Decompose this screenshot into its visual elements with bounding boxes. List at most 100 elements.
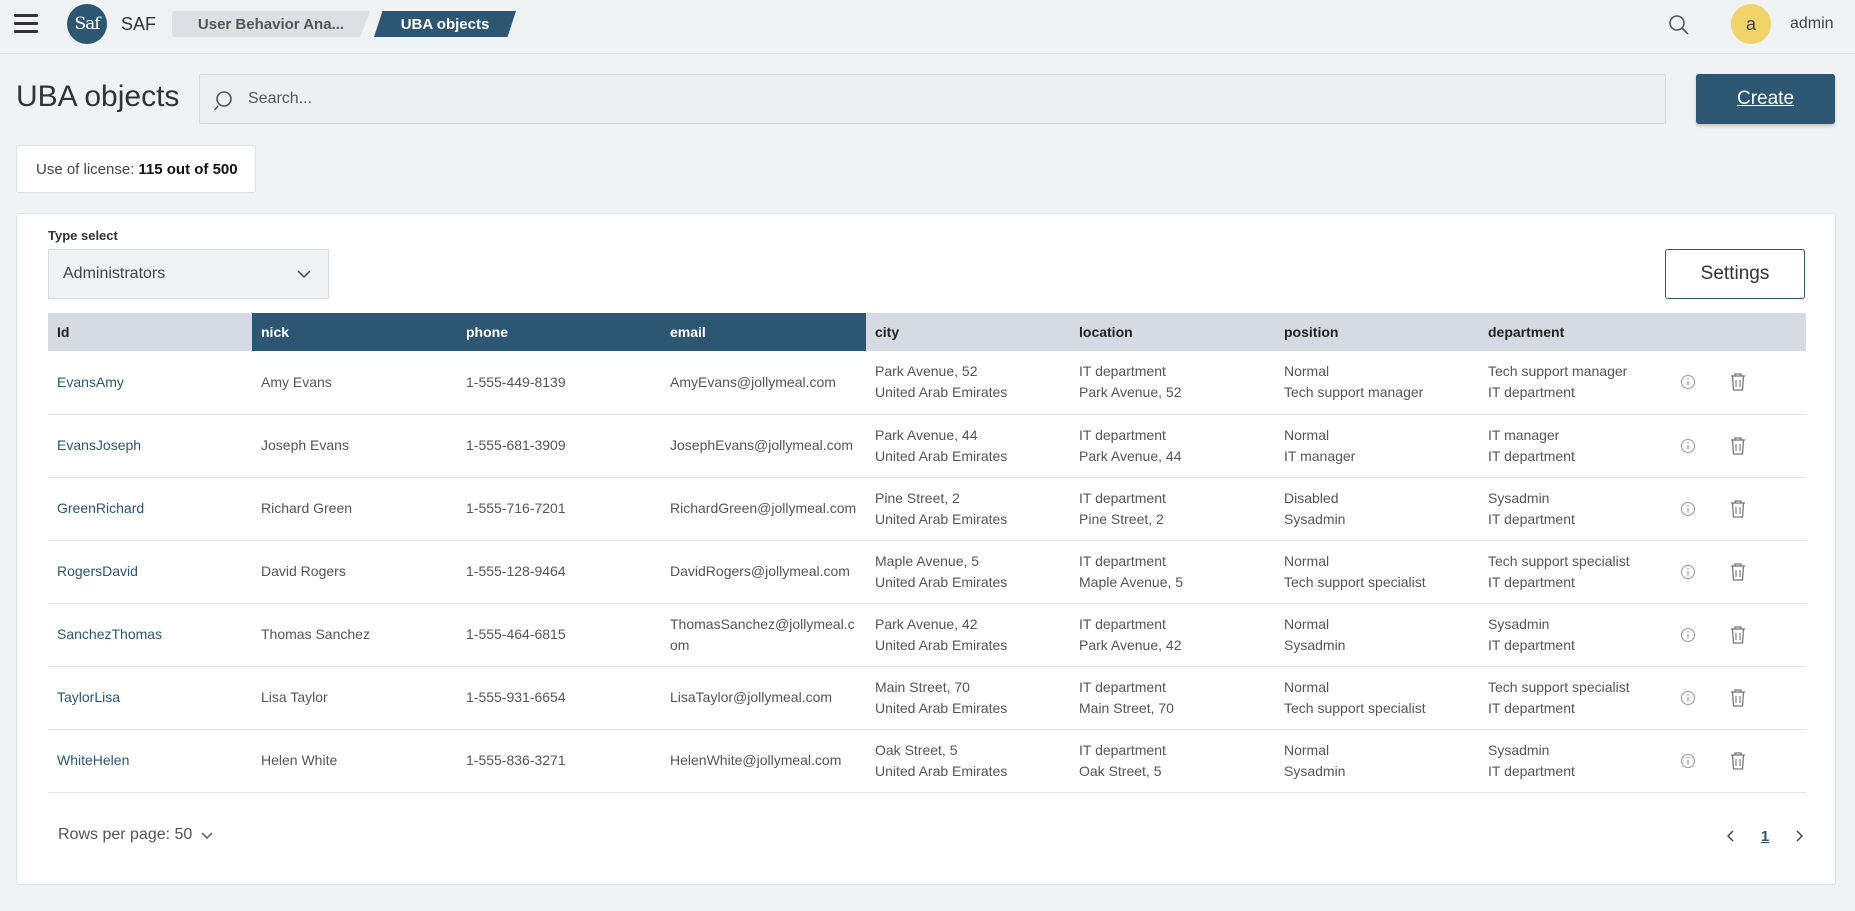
table-row[interactable]: RogersDavid David Rogers 1-555-128-9464 Dav… xyxy=(48,540,1806,604)
cell-id-link[interactable]: EvansJoseph xyxy=(48,414,252,478)
search-icon[interactable] xyxy=(1668,14,1690,36)
column-header-id[interactable]: Id xyxy=(48,313,252,351)
cell-id-link[interactable]: GreenRichard xyxy=(48,477,252,541)
settings-button[interactable]: Settings xyxy=(1665,249,1805,299)
info-icon[interactable] xyxy=(1668,560,1708,584)
info-icon[interactable] xyxy=(1668,434,1708,458)
cell-email: ThomasSanchez@jollymeal.com xyxy=(661,603,866,667)
cell-delete-action xyxy=(1709,540,1806,604)
search-input[interactable] xyxy=(248,75,1648,123)
table-row[interactable]: GreenRichard Richard Green 1-555-716-7201 R… xyxy=(48,477,1806,541)
department-line-2: IT department xyxy=(1488,636,1575,653)
menu-icon[interactable] xyxy=(14,14,38,34)
city-line-1: Maple Avenue, 5 xyxy=(875,552,980,569)
table-row[interactable]: EvansAmy Amy Evans 1-555-449-8139 AmyEvans@… xyxy=(48,351,1806,415)
info-icon[interactable] xyxy=(1668,370,1708,394)
department-line-2: IT department xyxy=(1488,510,1575,527)
table-row[interactable]: TaylorLisa Lisa Taylor 1-555-931-6654 LisaT… xyxy=(48,666,1806,730)
position-line-2: Tech support specialist xyxy=(1284,699,1426,716)
chevron-right-icon xyxy=(1796,830,1804,842)
cell-id-link[interactable]: SanchezThomas xyxy=(48,603,252,667)
cell-id-link[interactable]: RogersDavid xyxy=(48,540,252,604)
next-page-button[interactable] xyxy=(1785,822,1813,850)
table-row[interactable]: SanchezThomas Thomas Sanchez 1-555-464-681… xyxy=(48,603,1806,667)
license-label: Use of license: xyxy=(36,160,135,178)
cell-location: IT department Park Avenue, 44 xyxy=(1070,414,1275,478)
user-name[interactable]: admin xyxy=(1790,15,1834,33)
department-line-2: IT department xyxy=(1488,447,1575,464)
department-line-1: IT manager xyxy=(1488,426,1560,443)
department-line-2: IT department xyxy=(1488,384,1575,401)
actions-header-info xyxy=(1659,313,1709,351)
search-field[interactable] xyxy=(199,74,1666,124)
actions-header-delete xyxy=(1709,313,1806,351)
breadcrumb-uba-objects[interactable]: UBA objects xyxy=(374,11,516,37)
location-line-2: Pine Street, 2 xyxy=(1079,510,1164,527)
cell-location: IT department Park Avenue, 42 xyxy=(1070,603,1275,667)
position-line-1: Normal xyxy=(1284,363,1330,380)
trash-icon[interactable] xyxy=(1718,497,1758,521)
rows-per-page-select[interactable]: Rows per page: 50 xyxy=(58,826,214,844)
type-select[interactable]: Administrators xyxy=(48,249,329,299)
position-line-1: Disabled xyxy=(1284,489,1339,506)
page-1-button[interactable]: 1 xyxy=(1753,828,1777,845)
trash-icon[interactable] xyxy=(1718,686,1758,710)
cell-delete-action xyxy=(1709,729,1806,793)
cell-phone: 1-555-128-9464 xyxy=(457,540,661,604)
cell-phone: 1-555-716-7201 xyxy=(457,477,661,541)
cell-nick: Joseph Evans xyxy=(252,414,457,478)
city-line-2: United Arab Emirates xyxy=(875,573,1008,590)
trash-icon[interactable] xyxy=(1718,434,1758,458)
trash-icon[interactable] xyxy=(1718,749,1758,773)
column-header-department[interactable]: department xyxy=(1479,313,1659,351)
city-line-1: Park Avenue, 42 xyxy=(875,615,978,632)
info-icon[interactable] xyxy=(1668,497,1708,521)
column-header-email[interactable]: email xyxy=(661,313,866,351)
cell-city: Pine Street, 2 United Arab Emirates xyxy=(866,477,1070,541)
prev-page-button[interactable] xyxy=(1717,822,1745,850)
create-button[interactable]: Create xyxy=(1696,74,1835,124)
trash-icon[interactable] xyxy=(1718,370,1758,394)
department-line-1: Tech support specialist xyxy=(1488,552,1630,569)
column-header-nick[interactable]: nick xyxy=(252,313,457,351)
city-line-1: Oak Street, 5 xyxy=(875,741,958,758)
cell-nick: Richard Green xyxy=(252,477,457,541)
city-line-2: United Arab Emirates xyxy=(875,699,1008,716)
info-icon[interactable] xyxy=(1668,623,1708,647)
column-header-location[interactable]: location xyxy=(1070,313,1275,351)
column-header-phone[interactable]: phone xyxy=(457,313,661,351)
app-logo[interactable]: Saf xyxy=(67,4,107,44)
cell-department: Tech support manager IT department xyxy=(1479,351,1659,415)
cell-department: IT manager IT department xyxy=(1479,414,1659,478)
cell-department: Tech support specialist IT department xyxy=(1479,540,1659,604)
cell-info-action xyxy=(1659,729,1709,793)
cell-id-link[interactable]: EvansAmy xyxy=(48,351,252,415)
cell-info-action xyxy=(1659,666,1709,730)
cell-delete-action xyxy=(1709,477,1806,541)
cell-city: Maple Avenue, 5 United Arab Emirates xyxy=(866,540,1070,604)
city-line-2: United Arab Emirates xyxy=(875,510,1008,527)
city-line-2: United Arab Emirates xyxy=(875,447,1008,464)
avatar[interactable]: a xyxy=(1731,4,1771,44)
city-line-1: Park Avenue, 52 xyxy=(875,363,978,380)
table-row[interactable]: WhiteHelen Helen White 1-555-836-3271 Helen… xyxy=(48,729,1806,793)
location-line-2: Park Avenue, 52 xyxy=(1079,384,1182,401)
cell-email: JosephEvans@jollymeal.com xyxy=(661,414,866,478)
column-header-city[interactable]: city xyxy=(866,313,1070,351)
cell-id-link[interactable]: WhiteHelen xyxy=(48,729,252,793)
cell-info-action xyxy=(1659,603,1709,667)
column-header-position[interactable]: position xyxy=(1275,313,1479,351)
cell-city: Main Street, 70 United Arab Emirates xyxy=(866,666,1070,730)
table-row[interactable]: EvansJoseph Joseph Evans 1-555-681-3909 Jos… xyxy=(48,414,1806,478)
trash-icon[interactable] xyxy=(1718,560,1758,584)
info-icon[interactable] xyxy=(1668,749,1708,773)
info-icon[interactable] xyxy=(1668,686,1708,710)
cell-email: RichardGreen@jollymeal.com xyxy=(661,477,866,541)
trash-icon[interactable] xyxy=(1718,623,1758,647)
cell-id-link[interactable]: TaylorLisa xyxy=(48,666,252,730)
breadcrumb-user-behavior[interactable]: User Behavior Ana... xyxy=(172,11,370,37)
cell-delete-action xyxy=(1709,603,1806,667)
cell-location: IT department Park Avenue, 52 xyxy=(1070,351,1275,415)
cell-nick: Amy Evans xyxy=(252,351,457,415)
table-header: Id nick phone email city location position depa… xyxy=(48,313,1806,351)
